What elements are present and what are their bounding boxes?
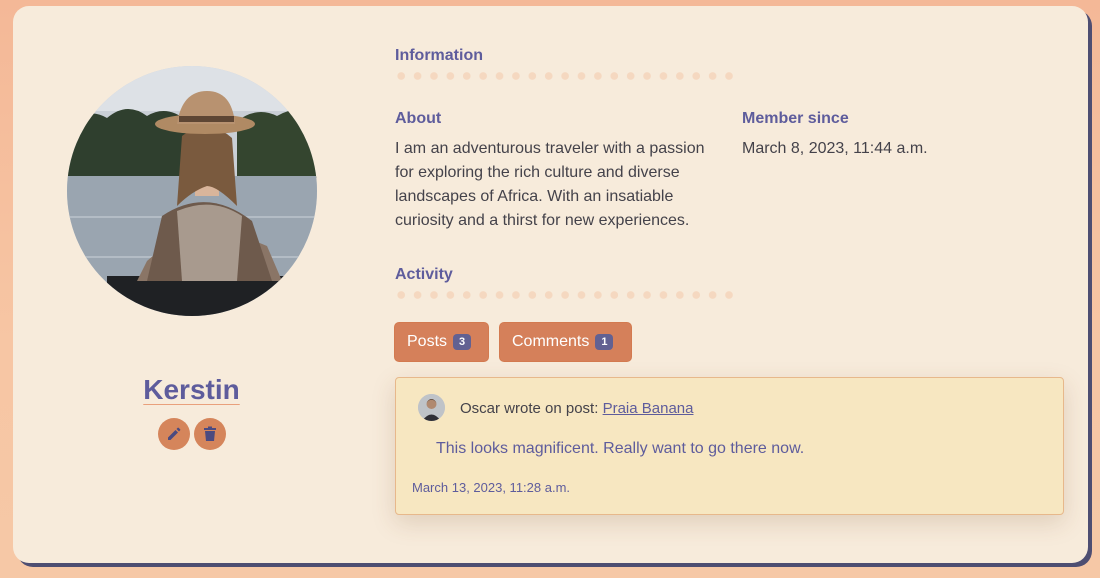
commenter-avatar[interactable] xyxy=(418,394,445,421)
comment-card: Oscar wrote on post: Praia Banana This l… xyxy=(395,377,1064,515)
edit-profile-button[interactable] xyxy=(158,418,190,450)
comment-header: Oscar wrote on post: Praia Banana xyxy=(460,400,693,417)
comments-count-badge: 1 xyxy=(595,334,614,350)
comment-date: March 13, 2023, 11:28 a.m. xyxy=(412,480,571,495)
comments-tab-button[interactable]: Comments 1 xyxy=(500,323,631,361)
about-text: I am an adventurous traveler with a pass… xyxy=(395,140,705,229)
username: Kerstin xyxy=(13,374,370,406)
posts-tab-button[interactable]: Posts 3 xyxy=(395,323,488,361)
about-label: About xyxy=(395,110,442,127)
information-title: Information xyxy=(395,47,483,64)
comment-post-link[interactable]: Praia Banana xyxy=(603,400,694,417)
information-divider xyxy=(393,72,733,80)
activity-divider xyxy=(393,291,733,299)
profile-avatar xyxy=(67,66,317,316)
username-text[interactable]: Kerstin xyxy=(143,374,239,405)
trash-icon xyxy=(204,426,216,441)
activity-title: Activity xyxy=(395,266,453,283)
profile-card: Kerstin Information About I am an advent… xyxy=(13,6,1088,563)
comment-author-text: Oscar wrote on post: xyxy=(460,400,599,417)
comments-tab-label: Comments xyxy=(512,333,590,350)
posts-tab-label: Posts xyxy=(407,333,448,350)
member-since-label: Member since xyxy=(742,110,849,127)
pencil-icon xyxy=(168,427,181,440)
comment-body: This looks magnificent. Really want to g… xyxy=(436,440,805,457)
delete-profile-button[interactable] xyxy=(194,418,226,450)
member-since-value: March 8, 2023, 11:44 a.m. xyxy=(742,140,928,157)
posts-count-badge: 3 xyxy=(453,334,472,350)
